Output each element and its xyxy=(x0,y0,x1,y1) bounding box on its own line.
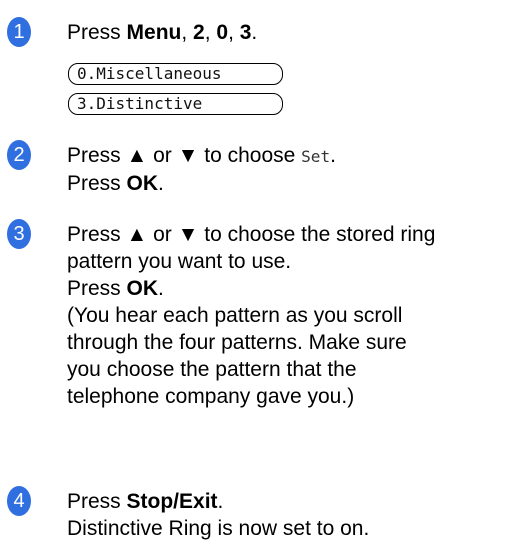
step-3-line-4: (You hear each pattern as you scroll xyxy=(67,304,403,327)
step-1-text: Press Menu, 2, 0, 3. xyxy=(67,19,529,46)
period: . xyxy=(158,172,164,195)
menu-key: Menu xyxy=(126,21,182,44)
step-number-badge: 3 xyxy=(7,219,31,249)
instruction-text: Press ▲ or ▼ to choose xyxy=(67,144,302,167)
period: . xyxy=(251,21,258,44)
step-2-text: Press ▲ or ▼ to choose Set. Press OK. xyxy=(67,142,529,197)
separator: , xyxy=(181,21,194,44)
period: . xyxy=(330,144,336,167)
period: . xyxy=(158,277,164,300)
lcd-line-1: 0.Miscellaneous xyxy=(68,63,283,85)
step-3-text: Press ▲ or ▼ to choose the stored ring p… xyxy=(67,221,529,410)
step-2-line-2: Press OK. xyxy=(67,170,529,197)
press-word: Press xyxy=(67,277,127,300)
separator: , xyxy=(228,21,240,44)
stop-exit-key: Stop/Exit xyxy=(126,490,218,513)
display-value: Set xyxy=(301,147,331,166)
step-2-line-1: Press ▲ or ▼ to choose Set. xyxy=(67,142,529,170)
press-word: Press xyxy=(67,490,127,513)
step-number-badge: 2 xyxy=(7,140,31,170)
step-3-line-6: you choose the pattern that the xyxy=(67,358,357,381)
step-number-badge: 4 xyxy=(7,486,31,516)
ok-key: OK xyxy=(126,172,159,195)
step-4-text: Press Stop/Exit. Distinctive Ring is now… xyxy=(67,488,529,542)
key-2: 2 xyxy=(193,21,205,44)
press-word: Press xyxy=(67,21,127,44)
step-4-line-2: Distinctive Ring is now set to on. xyxy=(67,517,370,540)
step-3-line-5: through the four patterns. Make sure xyxy=(67,331,407,354)
step-3-line-2: pattern you want to use. xyxy=(67,250,292,273)
step-3-line-3: Press OK. xyxy=(67,275,529,302)
key-0: 0 xyxy=(216,21,229,44)
lcd-line-2: 3.Distinctive xyxy=(68,93,283,115)
step-3-line-7: telephone company gave you.) xyxy=(67,385,355,408)
step-3-line-1: Press ▲ or ▼ to choose the stored ring xyxy=(67,223,436,246)
step-number-badge: 1 xyxy=(7,17,31,47)
key-3: 3 xyxy=(239,21,252,44)
step-4-line-1: Press Stop/Exit. xyxy=(67,488,529,515)
step-1-line: Press Menu, 2, 0, 3. xyxy=(67,19,529,46)
period: . xyxy=(217,490,224,513)
ok-key: OK xyxy=(126,277,159,300)
separator: , xyxy=(204,21,217,44)
press-word: Press xyxy=(67,172,127,195)
